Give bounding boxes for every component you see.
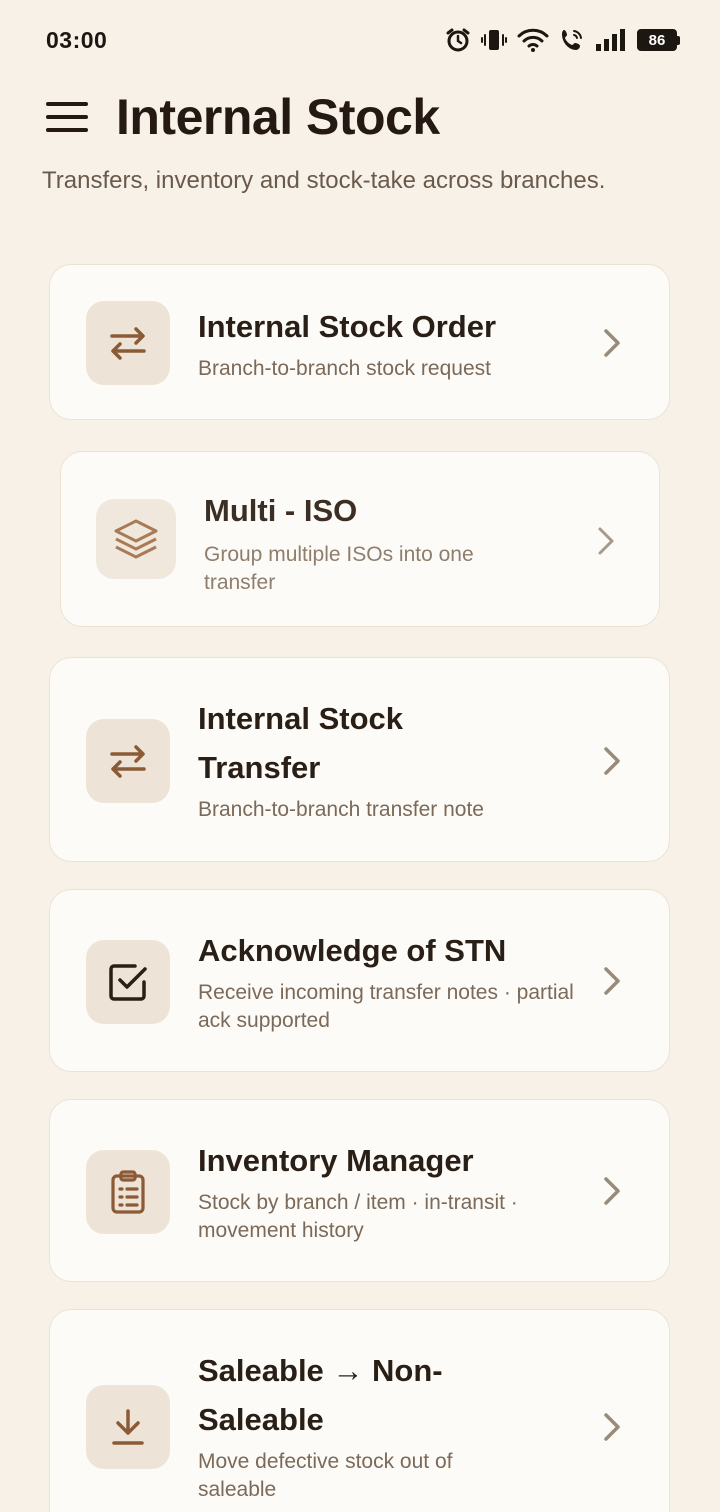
menu-card-saleable-to-non-saleable[interactable]: Saleable → Non-Saleable Move defective s…: [49, 1309, 670, 1512]
chevron-right-icon: [602, 1176, 622, 1211]
card-description: Move defective stock out of saleable: [198, 1450, 453, 1501]
battery-tip: [677, 35, 680, 45]
vibrate-icon: [481, 27, 507, 53]
card-description: Branch-to-branch stock request: [198, 357, 491, 380]
card-title: Internal Stock Order: [198, 309, 497, 344]
page-header: Internal Stock: [46, 88, 440, 146]
download-icon: [86, 1385, 170, 1469]
card-title: Saleable → Non-Saleable: [198, 1353, 443, 1437]
signal-icon: [595, 28, 627, 52]
screen: 03:00 86 Internal Stock Transfers, inven…: [0, 0, 720, 1512]
card-title: Acknowledge of STN: [198, 933, 507, 968]
chevron-right-icon: [602, 1412, 622, 1447]
card-description: Stock by branch / item · in-transit · mo…: [198, 1191, 518, 1242]
menu-card-internal-stock-transfer[interactable]: Internal Stock Transfer Branch-to-branch…: [49, 657, 670, 862]
battery-level: 86: [637, 29, 677, 51]
status-icons: 86: [445, 27, 680, 53]
transfer-arrows-icon: [86, 719, 170, 803]
hamburger-menu-icon[interactable]: [46, 99, 88, 135]
clipboard-icon: [86, 1150, 170, 1234]
status-time: 03:00: [46, 26, 108, 53]
chevron-right-icon: [602, 328, 622, 363]
battery-indicator: 86: [637, 29, 680, 51]
chevron-right-icon: [602, 966, 622, 1001]
layers-icon: [96, 499, 176, 579]
alarm-icon: [445, 27, 471, 53]
menu-card-inventory-manager[interactable]: Inventory Manager Stock by branch / item…: [49, 1099, 670, 1282]
card-description: Branch-to-branch transfer note: [198, 798, 484, 821]
card-title: Inventory Manager: [198, 1143, 474, 1178]
chevron-right-icon: [602, 746, 622, 781]
transfer-arrows-icon: [86, 301, 170, 385]
card-description: Receive incoming transfer notes · partia…: [198, 981, 574, 1032]
card-title: Internal Stock Transfer: [198, 701, 403, 785]
checkbox-icon: [86, 940, 170, 1024]
card-title: Multi - ISO: [204, 493, 358, 528]
menu-card-internal-stock-order[interactable]: Internal Stock Order Branch-to-branch st…: [49, 264, 670, 420]
status-bar: 03:00 86: [0, 0, 720, 80]
menu-card-multi-iso[interactable]: Multi - ISO Group multiple ISOs into one…: [60, 451, 660, 627]
wifi-icon: [517, 27, 549, 53]
page-subtitle: Transfers, inventory and stock-take acro…: [42, 167, 606, 194]
menu-card-acknowledge-stn[interactable]: Acknowledge of STN Receive incoming tran…: [49, 889, 670, 1072]
chevron-right-icon: [596, 526, 616, 561]
wifi-calling-icon: [559, 27, 585, 53]
card-description: Group multiple ISOs into one transfer: [204, 543, 474, 594]
page-title: Internal Stock: [116, 89, 440, 145]
